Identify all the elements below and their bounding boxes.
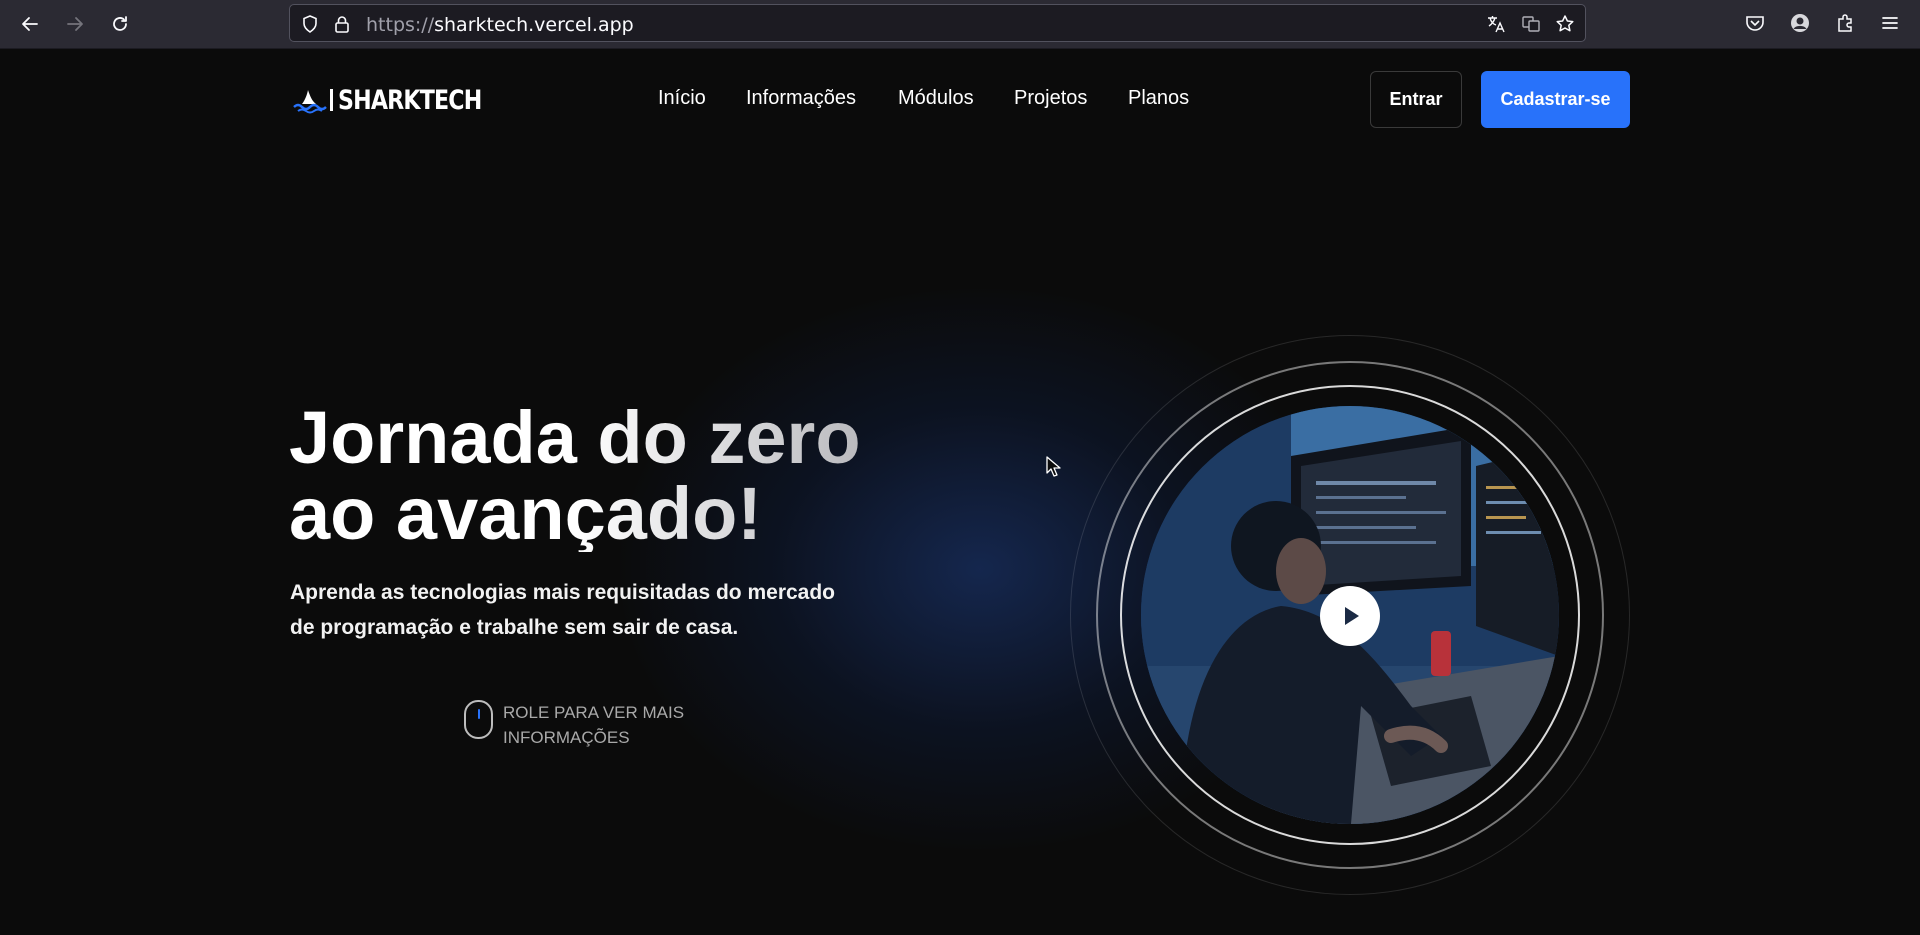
brand-name: SHARKTECH [338, 84, 482, 116]
mouse-pointer-icon [1046, 456, 1061, 477]
forward-button[interactable] [62, 11, 88, 37]
hero-subtitle: Aprenda as tecnologias mais requisitadas… [290, 575, 870, 645]
lock-icon[interactable] [332, 14, 352, 34]
play-icon [1345, 607, 1359, 625]
hero-subtitle-line-1: Aprenda as tecnologias mais requisitadas… [290, 581, 836, 604]
browser-toolbar: https://sharktech.vercel.app [0, 0, 1920, 49]
scroll-hint-line-2: INFORMAÇÕES [503, 728, 630, 747]
back-button[interactable] [17, 11, 43, 37]
arrow-left-icon [22, 17, 38, 31]
shield-icon[interactable] [300, 14, 320, 34]
bookmark-star-icon[interactable] [1555, 14, 1575, 34]
shark-fin-icon [293, 89, 333, 114]
scroll-hint-line-1: ROLE PARA VER MAIS [503, 703, 685, 722]
translate-icon[interactable] [1486, 14, 1506, 34]
mouse-scroll-icon [464, 700, 493, 739]
scroll-hint[interactable]: ROLE PARA VER MAIS INFORMAÇÕES [464, 700, 703, 750]
hero-title-line-2: ao avançado! [289, 472, 762, 555]
hero-title: Jornada do zero ao avançado! [289, 400, 929, 552]
url-text[interactable]: https://sharktech.vercel.app [366, 14, 634, 36]
reload-button[interactable] [107, 11, 133, 37]
account-avatar-icon[interactable] [1789, 12, 1811, 34]
signup-button[interactable]: Cadastrar-se [1481, 71, 1630, 128]
hero-title-line-1: Jornada do zero [289, 396, 861, 479]
scroll-hint-text: ROLE PARA VER MAIS INFORMAÇÕES [503, 700, 703, 750]
login-button[interactable]: Entrar [1370, 71, 1462, 128]
arrow-right-icon [67, 17, 83, 31]
page-translate-icon[interactable] [1521, 14, 1541, 34]
nav-item-planos[interactable]: Planos [1128, 87, 1189, 110]
nav-item-modulos[interactable]: Módulos [898, 87, 974, 110]
extensions-puzzle-icon[interactable] [1834, 12, 1856, 34]
address-bar[interactable]: https://sharktech.vercel.app [289, 4, 1586, 42]
nav-item-projetos[interactable]: Projetos [1014, 87, 1087, 110]
reload-icon [113, 16, 127, 31]
menu-hamburger-icon[interactable] [1879, 12, 1901, 34]
play-button[interactable] [1320, 586, 1380, 646]
site-logo[interactable]: SHARKTECH [292, 84, 513, 116]
nav-item-inicio[interactable]: Início [658, 87, 706, 110]
page-viewport: SHARKTECH Início Informações Módulos Pro… [0, 49, 1920, 935]
pocket-icon[interactable] [1744, 12, 1766, 34]
hero-subtitle-line-2: de programação e trabalhe sem sair de ca… [290, 616, 739, 639]
nav-item-informacoes[interactable]: Informações [746, 87, 856, 110]
